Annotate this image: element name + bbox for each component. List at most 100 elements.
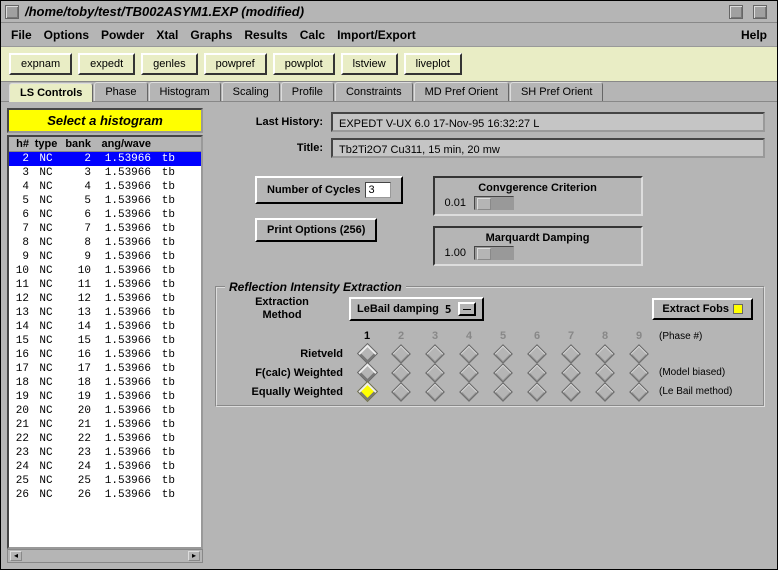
title-field[interactable]: Tb2Ti2O7 Cu311, 15 min, 20 mw (331, 138, 765, 158)
minimize-icon[interactable] (729, 5, 743, 19)
menu-options[interactable]: Options (44, 28, 89, 42)
extraction-radio[interactable] (591, 347, 619, 361)
histogram-row[interactable]: 17NC171.53966tb (9, 362, 201, 376)
tool-liveplot[interactable]: liveplot (404, 53, 462, 75)
scroll-left-icon[interactable]: ◂ (10, 551, 22, 561)
extraction-radio[interactable] (489, 366, 517, 380)
histogram-row[interactable]: 5NC51.53966tb (9, 194, 201, 208)
window-title: /home/toby/test/TB002ASYM1.EXP (modified… (25, 4, 729, 19)
menu-calc[interactable]: Calc (300, 28, 325, 42)
histogram-row[interactable]: 7NC71.53966tb (9, 222, 201, 236)
extraction-radio[interactable] (387, 366, 415, 380)
extraction-radio[interactable] (625, 366, 653, 380)
histogram-row[interactable]: 12NC121.53966tb (9, 292, 201, 306)
maximize-icon[interactable] (753, 5, 767, 19)
tool-genles[interactable]: genles (141, 53, 197, 75)
menu-file[interactable]: File (11, 28, 32, 42)
extraction-radio[interactable] (591, 385, 619, 399)
tab-histogram[interactable]: Histogram (149, 82, 221, 101)
window-menu-icon[interactable] (5, 5, 19, 19)
last-history-field[interactable]: EXPEDT V-UX 6.0 17-Nov-95 16:32:27 L (331, 112, 765, 132)
tab-sh-pref-orient[interactable]: SH Pref Orient (510, 82, 604, 101)
extraction-radio[interactable] (523, 385, 551, 399)
number-of-cycles-button[interactable]: Number of Cycles (255, 176, 403, 204)
lebail-damping-dropdown[interactable]: LeBail damping 5 (349, 297, 484, 321)
extraction-radio[interactable] (387, 347, 415, 361)
menu-help[interactable]: Help (741, 28, 767, 42)
extract-fobs-button[interactable]: Extract Fobs (652, 298, 753, 320)
histogram-row[interactable]: 11NC111.53966tb (9, 278, 201, 292)
extraction-radio[interactable] (421, 366, 449, 380)
extraction-row-label: F(calc) Weighted (227, 367, 347, 379)
histogram-row[interactable]: 8NC81.53966tb (9, 236, 201, 250)
menu-powder[interactable]: Powder (101, 28, 144, 42)
histogram-row[interactable]: 21NC211.53966tb (9, 418, 201, 432)
extraction-radio[interactable] (455, 366, 483, 380)
histogram-row[interactable]: 14NC141.53966tb (9, 320, 201, 334)
extraction-radio[interactable] (591, 366, 619, 380)
histogram-row[interactable]: 13NC131.53966tb (9, 306, 201, 320)
tab-md-pref-orient[interactable]: MD Pref Orient (414, 82, 509, 101)
tab-profile[interactable]: Profile (281, 82, 334, 101)
histogram-row[interactable]: 3NC31.53966tb (9, 166, 201, 180)
histogram-row[interactable]: 26NC261.53966tb (9, 488, 201, 502)
histogram-row[interactable]: 4NC41.53966tb (9, 180, 201, 194)
histogram-list[interactable]: h# type bank ang/wave 2NC21.53966tb3NC31… (7, 135, 203, 549)
tab-constraints[interactable]: Constraints (335, 82, 413, 101)
marquardt-slider[interactable] (474, 246, 514, 260)
tab-ls-controls[interactable]: LS Controls (9, 83, 93, 102)
extraction-radio[interactable] (455, 385, 483, 399)
dropdown-icon (458, 302, 476, 316)
tool-expedt[interactable]: expedt (78, 53, 135, 75)
histogram-row[interactable]: 15NC151.53966tb (9, 334, 201, 348)
extraction-radio[interactable] (625, 385, 653, 399)
extraction-radio[interactable] (523, 366, 551, 380)
menu-import-export[interactable]: Import/Export (337, 28, 416, 42)
histogram-row[interactable]: 20NC201.53966tb (9, 404, 201, 418)
select-histogram-header: Select a histogram (7, 108, 203, 133)
tool-powplot[interactable]: powplot (273, 53, 335, 75)
menu-graphs[interactable]: Graphs (190, 28, 232, 42)
histogram-row[interactable]: 25NC251.53966tb (9, 474, 201, 488)
histogram-row[interactable]: 10NC101.53966tb (9, 264, 201, 278)
convergence-criterion-box: Convgerence Criterion 0.01 (433, 176, 643, 216)
number-of-cycles-input[interactable] (365, 182, 391, 198)
histogram-row[interactable]: 24NC241.53966tb (9, 460, 201, 474)
tool-powpref[interactable]: powpref (204, 53, 267, 75)
extraction-radio[interactable] (557, 347, 585, 361)
extraction-radio[interactable] (353, 365, 381, 380)
extraction-radio[interactable] (421, 347, 449, 361)
extraction-radio[interactable] (489, 347, 517, 361)
horizontal-scrollbar[interactable]: ◂ ▸ (7, 549, 203, 563)
tab-phase[interactable]: Phase (94, 82, 147, 101)
histogram-header: h# type bank ang/wave (9, 137, 201, 152)
extraction-radio[interactable] (455, 347, 483, 361)
phase-header: 5 (489, 330, 517, 342)
extraction-radio[interactable] (353, 384, 381, 399)
tool-lstview[interactable]: lstview (341, 53, 398, 75)
convergence-slider[interactable] (474, 196, 514, 210)
extraction-radio[interactable] (489, 385, 517, 399)
scroll-right-icon[interactable]: ▸ (188, 551, 200, 561)
extraction-radio[interactable] (625, 347, 653, 361)
extraction-radio[interactable] (421, 385, 449, 399)
histogram-row[interactable]: 19NC191.53966tb (9, 390, 201, 404)
extraction-radio[interactable] (387, 385, 415, 399)
histogram-row[interactable]: 9NC91.53966tb (9, 250, 201, 264)
phase-header: 9 (625, 330, 653, 342)
histogram-row[interactable]: 2NC21.53966tb (9, 152, 201, 166)
histogram-row[interactable]: 23NC231.53966tb (9, 446, 201, 460)
menu-xtal[interactable]: Xtal (156, 28, 178, 42)
tool-expnam[interactable]: expnam (9, 53, 72, 75)
tab-scaling[interactable]: Scaling (222, 82, 280, 101)
print-options-button[interactable]: Print Options (256) (255, 218, 377, 242)
extraction-radio[interactable] (557, 366, 585, 380)
histogram-row[interactable]: 22NC221.53966tb (9, 432, 201, 446)
histogram-row[interactable]: 16NC161.53966tb (9, 348, 201, 362)
menu-results[interactable]: Results (244, 28, 287, 42)
histogram-row[interactable]: 6NC61.53966tb (9, 208, 201, 222)
extraction-radio[interactable] (557, 385, 585, 399)
histogram-row[interactable]: 18NC181.53966tb (9, 376, 201, 390)
extraction-radio[interactable] (523, 347, 551, 361)
extraction-radio[interactable] (353, 346, 381, 361)
